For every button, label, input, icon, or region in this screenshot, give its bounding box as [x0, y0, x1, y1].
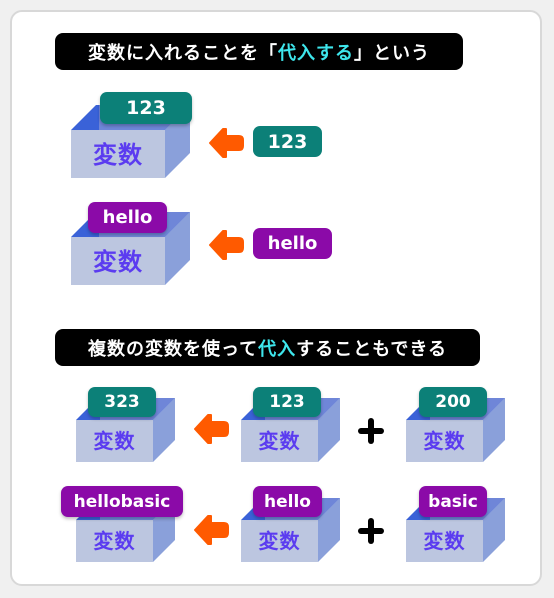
operand-value-badge: 123: [253, 387, 321, 417]
title-text: 変数に入れることを「: [88, 42, 278, 64]
box-label: 変数: [93, 429, 136, 453]
title-text: 」という: [354, 42, 430, 64]
box-label: 変数: [93, 248, 143, 276]
left-arrow-icon: [209, 230, 244, 260]
stored-value-badge: 123: [100, 92, 192, 124]
operand-value-badge: 200: [419, 387, 487, 417]
title-highlight: 代入: [258, 338, 297, 360]
box-label: 変数: [423, 429, 466, 453]
operand-value-badge: basic: [419, 486, 487, 517]
title-text: 複数の変数を使って: [87, 338, 259, 360]
plus-operator: [358, 518, 384, 544]
plus-operator: [358, 418, 384, 444]
box-label: 変数: [423, 529, 466, 553]
box-label: 変数: [258, 529, 301, 553]
section1-title: 変数に入れることを「 代入する 」という: [55, 33, 463, 70]
left-arrow-icon: [194, 515, 229, 545]
box-label: 変数: [258, 429, 301, 453]
section2-title: 複数の変数を使って 代入 することもできる: [55, 329, 480, 366]
operand-value-badge: hello: [253, 486, 322, 517]
title-highlight: 代入する: [278, 42, 354, 64]
box-label: 変数: [93, 529, 136, 553]
title-text: することもできる: [296, 338, 448, 360]
stored-value-badge: hello: [88, 202, 167, 233]
result-value-badge: 323: [88, 387, 156, 417]
left-arrow-icon: [194, 414, 229, 444]
input-value-badge: hello: [253, 228, 332, 259]
result-value-badge: hellobasic: [61, 486, 183, 517]
left-arrow-icon: [209, 128, 244, 158]
input-value-badge: 123: [253, 126, 322, 157]
box-label: 変数: [93, 141, 143, 169]
